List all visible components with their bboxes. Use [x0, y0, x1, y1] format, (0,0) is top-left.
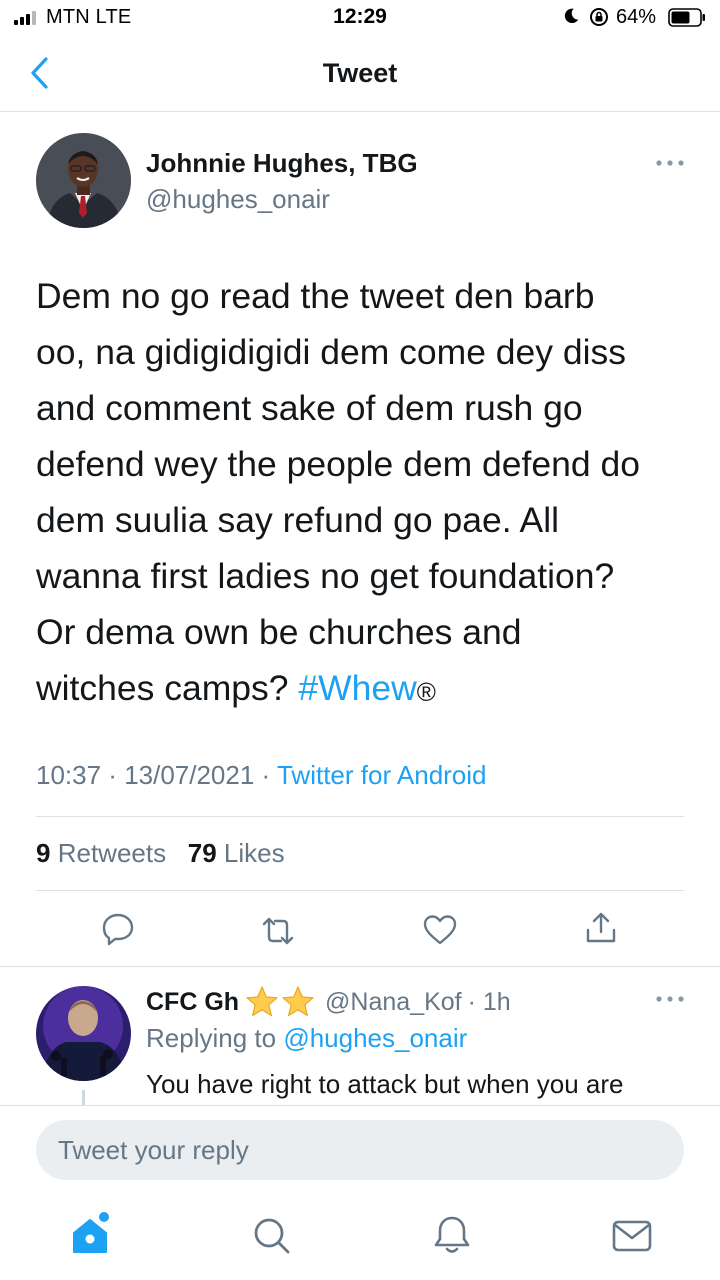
status-time: 12:29	[333, 5, 387, 28]
share-icon[interactable]	[583, 910, 619, 946]
reply-input[interactable]	[36, 1120, 684, 1180]
do-not-disturb-icon	[564, 8, 579, 24]
tweet-text-line: defend wey the people dem defend do	[36, 444, 640, 484]
tweet-text-line: witches camps?	[36, 668, 299, 708]
navigation-bar: Tweet	[0, 36, 720, 112]
tweet-text-line: dem suulia say refund go pae. All	[36, 500, 559, 540]
orientation-lock-icon	[590, 8, 608, 26]
tweet-timestamp: 10:37 · 13/07/2021 · Twitter for Android	[36, 760, 487, 791]
like-label[interactable]: Likes	[224, 838, 285, 868]
tweet-text-line: and comment sake of dem rush go	[36, 388, 583, 428]
tweet-text-line-last: witches camps? #Whew®	[36, 660, 696, 716]
tweet-text-line: Or dema own be churches and	[36, 612, 522, 652]
retweet-count[interactable]: 9	[36, 838, 50, 868]
meta-separator: ·	[254, 760, 277, 790]
page-title: Tweet	[322, 58, 398, 88]
retweet-label[interactable]: Retweets	[58, 838, 166, 868]
reply-author-handle[interactable]: @Nana_Kof	[325, 988, 462, 1017]
divider	[36, 890, 684, 891]
author-name[interactable]: Johnnie Hughes, TBG	[146, 148, 418, 179]
tweet-source-link[interactable]: Twitter for Android	[277, 760, 487, 790]
star-icon	[282, 986, 314, 1017]
replying-mention-link[interactable]: @hughes_onair	[283, 1023, 467, 1053]
replying-prefix: Replying to	[146, 1023, 284, 1053]
reply-author-avatar[interactable]	[36, 986, 131, 1081]
reply-author-name[interactable]: CFC Gh	[146, 988, 239, 1017]
tweet-date: 13/07/2021	[124, 760, 255, 790]
like-count[interactable]: 79	[188, 838, 217, 868]
retweet-icon[interactable]	[260, 913, 296, 949]
search-icon[interactable]	[250, 1214, 294, 1258]
tweet-text-line: wanna first ladies no get foundation?	[36, 556, 615, 596]
divider	[0, 966, 720, 967]
reply-icon[interactable]	[100, 911, 136, 947]
registered-mark: ®	[416, 677, 436, 707]
battery-icon	[668, 8, 705, 27]
tweet-text-line: oo, na gidigidigidi dem come dey diss	[36, 332, 627, 372]
notifications-icon[interactable]	[430, 1213, 474, 1257]
status-bar: MTN LTE 12:29 64%	[0, 0, 720, 36]
reply-header: CFC Gh @Nana_Kof · 1h	[146, 985, 511, 1019]
more-options-icon[interactable]	[656, 160, 684, 166]
replying-to: Replying to @hughes_onair	[146, 1023, 467, 1054]
star-icon	[246, 986, 278, 1017]
tweet-time: 10:37	[36, 760, 102, 790]
tweet-text: Dem no go read the tweet den barb oo, na…	[36, 268, 696, 716]
tweet-stats: 9 Retweets 79 Likes	[36, 838, 285, 869]
home-icon[interactable]	[70, 1212, 114, 1256]
like-icon[interactable]	[422, 912, 458, 948]
reply-text: You have right to attack but when you ar…	[146, 1069, 624, 1099]
reply-more-options-icon[interactable]	[656, 996, 684, 1002]
divider	[36, 816, 684, 817]
author-avatar[interactable]	[36, 133, 131, 228]
tweet-text-line: Dem no go read the tweet den barb	[36, 276, 595, 316]
author-handle[interactable]: @hughes_onair	[146, 184, 330, 215]
reply-age: · 1h	[467, 987, 511, 1016]
meta-separator: ·	[101, 760, 125, 790]
hashtag-link[interactable]: #Whew	[298, 668, 416, 708]
battery-percentage: 64%	[616, 6, 657, 28]
messages-icon[interactable]	[610, 1214, 654, 1258]
